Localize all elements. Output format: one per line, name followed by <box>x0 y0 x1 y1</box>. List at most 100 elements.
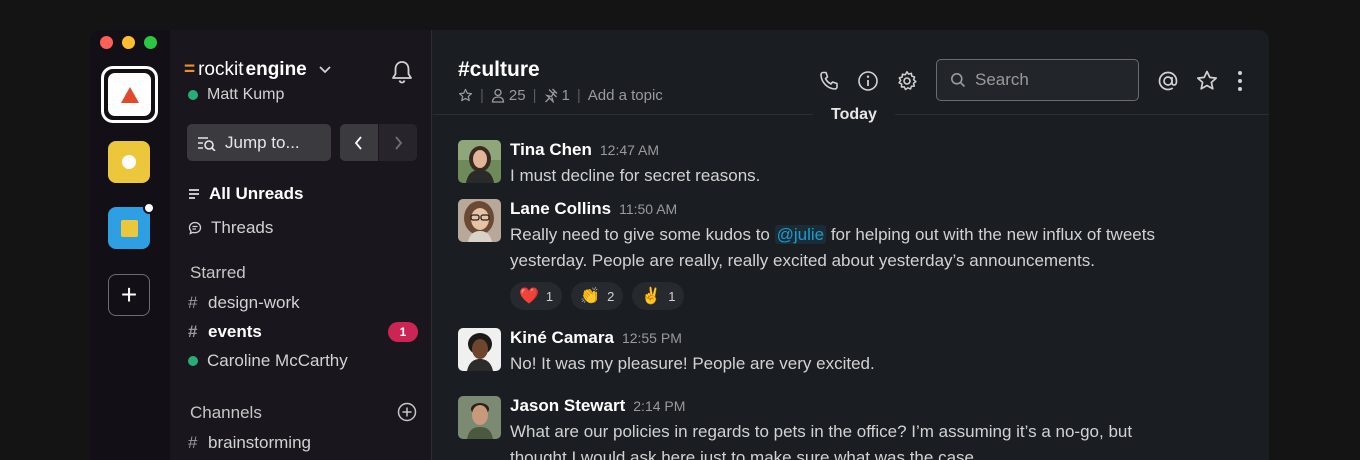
search-icon <box>951 73 966 88</box>
pin-icon <box>544 88 557 103</box>
unread-dot <box>143 202 155 214</box>
timestamp[interactable]: 2:14 PM <box>633 398 685 414</box>
more-options-button[interactable] <box>1233 68 1247 94</box>
channel-settings-button[interactable] <box>894 68 920 94</box>
sidebar-item-label: brainstorming <box>208 433 311 452</box>
channels-section-title[interactable]: Channels <box>190 403 262 423</box>
chevron-left-icon <box>354 135 362 150</box>
add-channel-icon[interactable] <box>397 402 417 422</box>
sender-name[interactable]: Tina Chen <box>510 140 592 160</box>
logo-lines-icon: = <box>184 59 196 80</box>
sidebar-item-label: design-work <box>208 293 300 312</box>
reaction-heart[interactable]: ❤️ 1 <box>510 282 563 310</box>
presence-icon <box>188 90 198 100</box>
search-field[interactable] <box>936 59 1139 101</box>
app-window: + = rockit engine Matt Kump Jump to... A… <box>90 30 1269 460</box>
sidebar-item-brainstorming[interactable]: # brainstorming <box>188 433 418 453</box>
unread-count-badge: 1 <box>388 322 418 342</box>
chevron-right-icon <box>395 135 403 150</box>
sidebar-item-threads[interactable]: Threads <box>188 218 418 238</box>
channel-meta: | 25 | 1 | Add a topic <box>458 87 663 104</box>
workspace-menu[interactable]: = rockit engine <box>184 59 331 81</box>
hash-icon: # <box>188 293 198 312</box>
info-icon <box>858 71 878 91</box>
channel-details-button[interactable] <box>855 68 881 94</box>
add-topic-link[interactable]: Add a topic <box>588 87 663 104</box>
star-icon <box>1196 70 1218 90</box>
person-icon <box>491 88 505 103</box>
add-workspace-button[interactable]: + <box>108 274 150 316</box>
close-window-button[interactable] <box>100 36 113 49</box>
jump-to-button[interactable]: Jump to... <box>187 124 331 161</box>
jump-search-icon <box>198 136 216 151</box>
pin-count: 1 <box>561 87 570 104</box>
call-button[interactable] <box>816 68 842 94</box>
back-button[interactable] <box>340 124 378 161</box>
sender-name[interactable]: Jason Stewart <box>510 396 625 416</box>
workspace-name-light: rockit <box>198 59 244 80</box>
mentions-button[interactable] <box>1155 68 1181 94</box>
starred-items-button[interactable] <box>1194 68 1220 94</box>
sidebar-item-caroline-mccarthy[interactable]: Caroline McCarthy <box>188 351 418 371</box>
channel-sidebar: = rockit engine Matt Kump Jump to... All… <box>170 30 432 460</box>
sender-name[interactable]: Kiné Camara <box>510 328 614 348</box>
sidebar-item-design-work[interactable]: # design-work <box>188 293 418 313</box>
heart-emoji-icon: ❤️ <box>519 288 539 305</box>
gear-icon <box>898 71 917 91</box>
hash-icon: # <box>188 322 198 341</box>
message-header: Lane Collins 11:50 AM <box>510 199 677 219</box>
message-text: What are our policies in regards to pets… <box>510 422 1133 460</box>
reaction-victory[interactable]: ✌️ 1 <box>632 282 685 310</box>
timestamp[interactable]: 12:47 AM <box>600 142 659 158</box>
minimize-window-button[interactable] <box>122 36 135 49</box>
phone-icon <box>820 71 838 90</box>
forward-button[interactable] <box>379 124 417 161</box>
reaction-count: 1 <box>668 288 676 304</box>
message-header: Jason Stewart 2:14 PM <box>510 396 685 416</box>
bell-icon[interactable] <box>388 58 416 86</box>
maximize-window-button[interactable] <box>144 36 157 49</box>
timestamp[interactable]: 12:55 PM <box>622 330 682 346</box>
members-button[interactable]: 25 <box>491 87 526 104</box>
top-right-actions <box>1155 68 1247 94</box>
user-mention[interactable]: @julie <box>774 225 827 244</box>
channel-title[interactable]: #culture <box>458 58 540 82</box>
meta-separator: | <box>576 87 581 104</box>
sidebar-item-label: Threads <box>211 218 274 237</box>
message-text: I must decline for secret reasons. <box>510 166 761 185</box>
avatar[interactable] <box>458 199 501 242</box>
sidebar-item-events[interactable]: # events 1 <box>188 322 418 342</box>
timestamp[interactable]: 11:50 AM <box>619 201 677 217</box>
message-header: Kiné Camara 12:55 PM <box>510 328 682 348</box>
workspace-rockitengine[interactable] <box>101 66 158 123</box>
channel-view: #culture | 25 | 1 | Add a topic Search T… <box>433 30 1269 460</box>
star-icon <box>458 88 473 102</box>
search-input[interactable] <box>975 70 1115 90</box>
star-channel-button[interactable] <box>458 88 473 103</box>
workspace-yellow[interactable] <box>108 141 150 183</box>
reaction-clap[interactable]: 👏 2 <box>571 282 624 310</box>
sidebar-item-all-unreads[interactable]: All Unreads <box>188 184 418 204</box>
avatar[interactable] <box>458 328 501 371</box>
reaction-count: 1 <box>545 288 554 304</box>
circle-icon <box>122 155 136 169</box>
avatar[interactable] <box>458 140 501 183</box>
date-divider-label[interactable]: Today <box>813 104 895 126</box>
message-text: Really need to give some kudos to @julie… <box>510 222 1200 274</box>
channel-header-actions <box>816 68 920 94</box>
text-segment: Really need to give some kudos to <box>510 225 775 244</box>
starred-section-title[interactable]: Starred <box>190 263 246 283</box>
avatar[interactable] <box>458 396 501 439</box>
workspace-blue[interactable] <box>108 202 155 249</box>
message-header: Tina Chen 12:47 AM <box>510 140 659 160</box>
pins-button[interactable]: 1 <box>544 87 570 104</box>
sender-name[interactable]: Lane Collins <box>510 199 611 219</box>
square-icon <box>120 219 138 237</box>
meta-separator: | <box>480 87 484 104</box>
current-user[interactable]: Matt Kump <box>188 86 284 104</box>
reactions: ❤️ 1 👏 2 ✌️ 1 <box>510 282 685 310</box>
user-name: Matt Kump <box>207 86 285 103</box>
at-icon <box>1158 71 1178 91</box>
message-text: No! It was my pleasure! People are very … <box>510 354 875 373</box>
sidebar-item-label: Caroline McCarthy <box>207 351 348 370</box>
